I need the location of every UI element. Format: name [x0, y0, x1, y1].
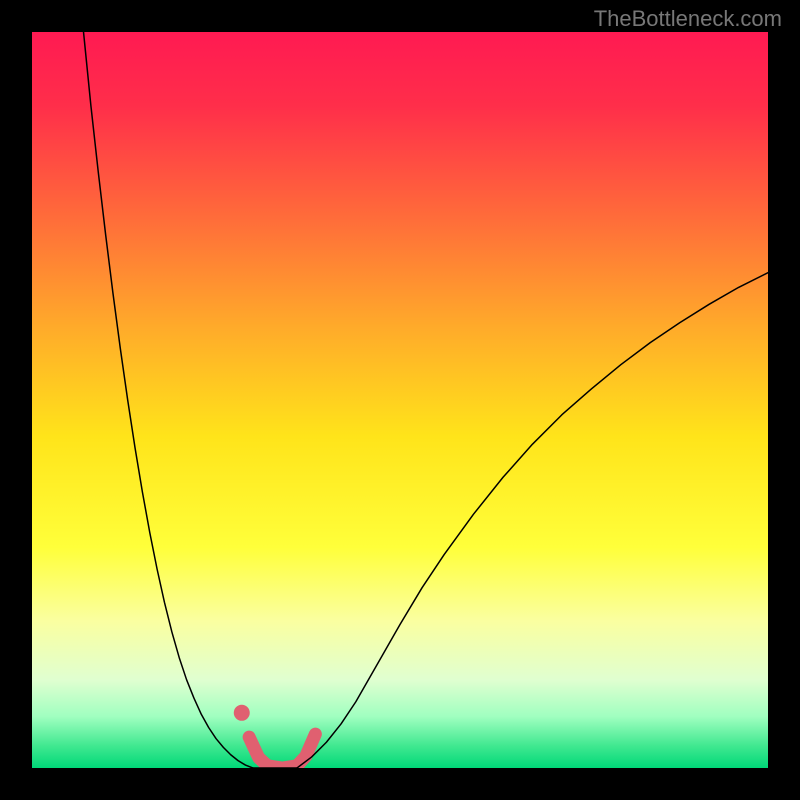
plot-area [32, 32, 768, 768]
highlight-dot [234, 705, 250, 721]
gradient-background [32, 32, 768, 768]
watermark-text: TheBottleneck.com [594, 6, 782, 32]
chart-frame: TheBottleneck.com [0, 0, 800, 800]
chart-svg [32, 32, 768, 768]
